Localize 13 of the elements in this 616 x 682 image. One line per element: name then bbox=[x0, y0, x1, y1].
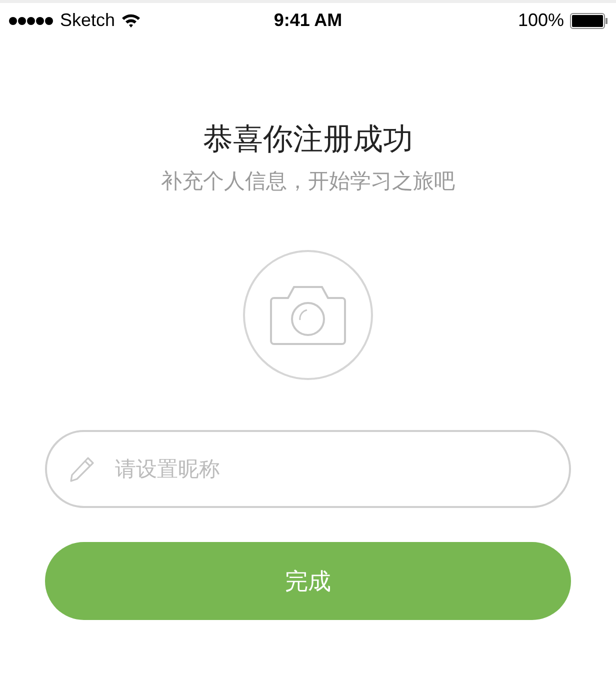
avatar-upload[interactable] bbox=[243, 250, 373, 380]
camera-icon bbox=[270, 284, 346, 346]
page-title: 恭喜你注册成功 bbox=[203, 121, 413, 159]
page-subtitle: 补充个人信息，开始学习之旅吧 bbox=[161, 168, 455, 195]
done-button[interactable]: 完成 bbox=[45, 542, 571, 620]
carrier-name: Sketch bbox=[60, 10, 116, 31]
status-time: 9:41 AM bbox=[274, 10, 342, 31]
battery-icon bbox=[570, 12, 608, 28]
wifi-icon bbox=[121, 13, 142, 28]
nickname-field[interactable]: 请设置昵称 bbox=[45, 430, 571, 508]
pencil-icon bbox=[69, 456, 95, 482]
battery-percent: 100% bbox=[518, 10, 564, 31]
signal-icon bbox=[8, 16, 54, 26]
